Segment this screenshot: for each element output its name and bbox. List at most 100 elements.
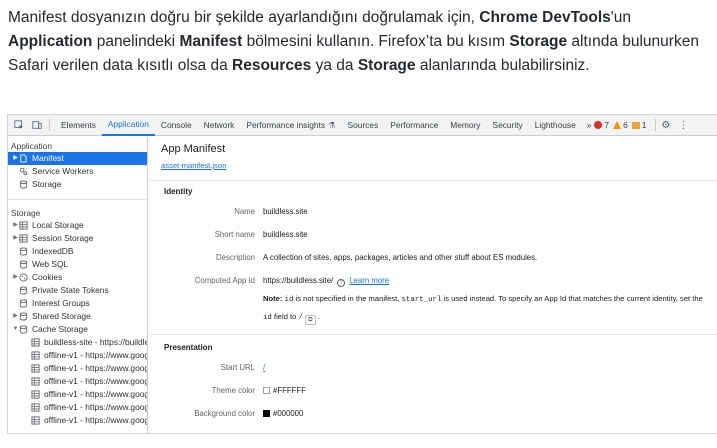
article-text: alanlarında bulabilirsiniz. <box>415 57 590 74</box>
sidebar-item-shared-storage[interactable]: ▶ Shared Storage <box>8 310 147 323</box>
sidebar-item-label: Web SQL <box>32 259 69 269</box>
cache-entry[interactable]: buildless-site - https://buildle <box>8 336 147 349</box>
article-text: Manifest dosyanızın doğru bir şekilde ay… <box>8 9 480 26</box>
expand-arrow-icon[interactable]: ▶ <box>12 152 19 165</box>
expand-arrow-icon[interactable]: ▶ <box>12 232 19 245</box>
sidebar-item-session-storage[interactable]: ▶ Session Storage <box>8 232 147 245</box>
sidebar-item-storage[interactable]: Storage <box>8 178 147 191</box>
sidebar-item-private-state-tokens[interactable]: Private State Tokens <box>8 284 147 297</box>
table-icon <box>31 416 40 425</box>
issues-badge[interactable]: 1 <box>631 120 646 130</box>
sidebar-item-interest-groups[interactable]: Interest Groups <box>8 297 147 310</box>
theme-color-row: #FFFFFF <box>263 386 306 395</box>
cache-entry[interactable]: offline-v1 - https://www.goog <box>8 349 147 362</box>
table-icon <box>19 234 28 243</box>
cache-entry-label: offline-v1 - https://www.goog <box>44 415 148 425</box>
help-icon[interactable]: ? <box>337 279 346 287</box>
background-color-row: #000000 <box>263 409 303 418</box>
warning-badge[interactable]: 6 <box>613 120 628 130</box>
cache-entry-label: offline-v1 - https://www.goog <box>44 363 148 373</box>
expand-arrow-icon[interactable]: ▶ <box>12 271 19 284</box>
copy-icon[interactable]: ⧉ <box>304 315 316 325</box>
tab-sources[interactable]: Sources <box>342 115 385 136</box>
article-text: ya da <box>311 57 358 74</box>
kebab-menu-icon[interactable]: ⋮ <box>678 120 688 131</box>
collapse-arrow-icon[interactable]: ▼ <box>12 323 19 336</box>
color-swatch[interactable] <box>263 387 270 394</box>
article-paragraph: Manifest dosyanızın doğru bir şekilde ay… <box>8 6 713 78</box>
sidebar-item-label: Service Workers <box>32 166 94 176</box>
cache-entry-label: offline-v1 - https://www.goog <box>44 389 148 399</box>
tab-lighthouse[interactable]: Lighthouse <box>529 115 582 136</box>
name-label: Name <box>234 207 255 216</box>
expand-arrow-icon[interactable]: ▶ <box>12 219 19 232</box>
sidebar-item-cookies[interactable]: ▶ Cookies <box>8 271 147 284</box>
note-code: id <box>263 314 272 322</box>
sidebar-item-service-workers[interactable]: Service Workers <box>8 165 147 178</box>
tab-label: Performance insights <box>246 120 326 130</box>
start-url-link[interactable]: / <box>263 363 265 372</box>
tab-application[interactable]: Application <box>101 115 155 136</box>
cache-entry[interactable]: offline-v1 - https://www.goog <box>8 375 147 388</box>
background-color-label: Background color <box>194 409 255 418</box>
cache-entry[interactable]: offline-v1 - https://www.goog <box>8 401 147 414</box>
toolbar-divider <box>49 119 50 131</box>
warning-count: 6 <box>623 120 628 130</box>
device-toggle-icon[interactable] <box>30 118 44 132</box>
sidebar-item-indexeddb[interactable]: IndexedDB <box>8 245 147 258</box>
tab-network[interactable]: Network <box>198 115 241 136</box>
issues-icon <box>631 121 640 129</box>
table-icon <box>19 221 28 230</box>
sidebar-divider <box>8 199 147 207</box>
note-text: field to <box>271 312 299 321</box>
sidebar-section-storage: Storage <box>11 208 41 218</box>
sidebar-item-local-storage[interactable]: ▶ Local Storage <box>8 219 147 232</box>
sidebar-item-label: Storage <box>32 179 62 189</box>
tab-memory[interactable]: Memory <box>444 115 486 136</box>
note-text: is not specified in the manifest, <box>293 294 402 303</box>
note-label: Note: <box>263 294 283 303</box>
table-icon <box>31 364 40 373</box>
database-icon <box>19 260 28 269</box>
note-code: start_url <box>401 296 442 304</box>
cache-entry[interactable]: offline-v1 - https://www.goog <box>8 414 147 427</box>
sidebar-item-manifest[interactable]: ▶ Manifest <box>8 152 147 165</box>
inspect-icon[interactable] <box>12 118 26 132</box>
tab-performance-insights[interactable]: Performance insights ⚗ <box>240 115 341 136</box>
sidebar-item-label: Manifest <box>32 153 64 163</box>
short-name-label: Short name <box>214 230 255 239</box>
database-icon <box>19 247 28 256</box>
app-id-note-continued: id field to / ⧉. <box>263 312 321 325</box>
tab-console[interactable]: Console <box>155 115 198 136</box>
section-divider <box>149 180 717 181</box>
cache-entry[interactable]: offline-v1 - https://www.goog <box>8 388 147 401</box>
database-icon <box>19 325 28 334</box>
article-text: panelindeki <box>92 33 180 50</box>
tab-performance[interactable]: Performance <box>384 115 444 136</box>
cache-entry-label: offline-v1 - https://www.goog <box>44 402 148 412</box>
sidebar-item-cache-storage[interactable]: ▼ Cache Storage <box>8 323 147 336</box>
more-tabs-button[interactable]: » <box>584 115 595 136</box>
learn-more-link[interactable]: Learn more <box>349 276 389 285</box>
tab-security[interactable]: Security <box>486 115 528 136</box>
tab-elements[interactable]: Elements <box>55 115 102 136</box>
section-divider <box>149 334 717 335</box>
sidebar-item-web-sql[interactable]: Web SQL <box>8 258 147 271</box>
warning-icon <box>613 121 622 129</box>
database-icon <box>19 286 28 295</box>
gear-icon[interactable]: ⚙ <box>661 120 670 131</box>
sidebar-item-label: Local Storage <box>32 220 84 230</box>
sidebar-item-label: IndexedDB <box>32 246 74 256</box>
expand-arrow-icon[interactable]: ▶ <box>12 310 19 323</box>
manifest-pane: App Manifest asset-manifest.json Identit… <box>149 137 717 433</box>
table-icon <box>31 351 40 360</box>
cache-entry-label: buildless-site - https://buildle <box>44 337 148 347</box>
manifest-file-link[interactable]: asset-manifest.json <box>161 161 226 170</box>
toolbar-status: » 7 6 1 ⚙ ⋮ <box>584 115 688 136</box>
error-badge[interactable]: 7 <box>594 120 609 130</box>
theme-color-label: Theme color <box>211 386 255 395</box>
application-sidebar: Application ▶ Manifest Service Workers S… <box>8 137 148 433</box>
color-swatch[interactable] <box>263 410 270 417</box>
cache-entry[interactable]: offline-v1 - https://www.goog <box>8 362 147 375</box>
sidebar-item-label: Shared Storage <box>32 311 91 321</box>
